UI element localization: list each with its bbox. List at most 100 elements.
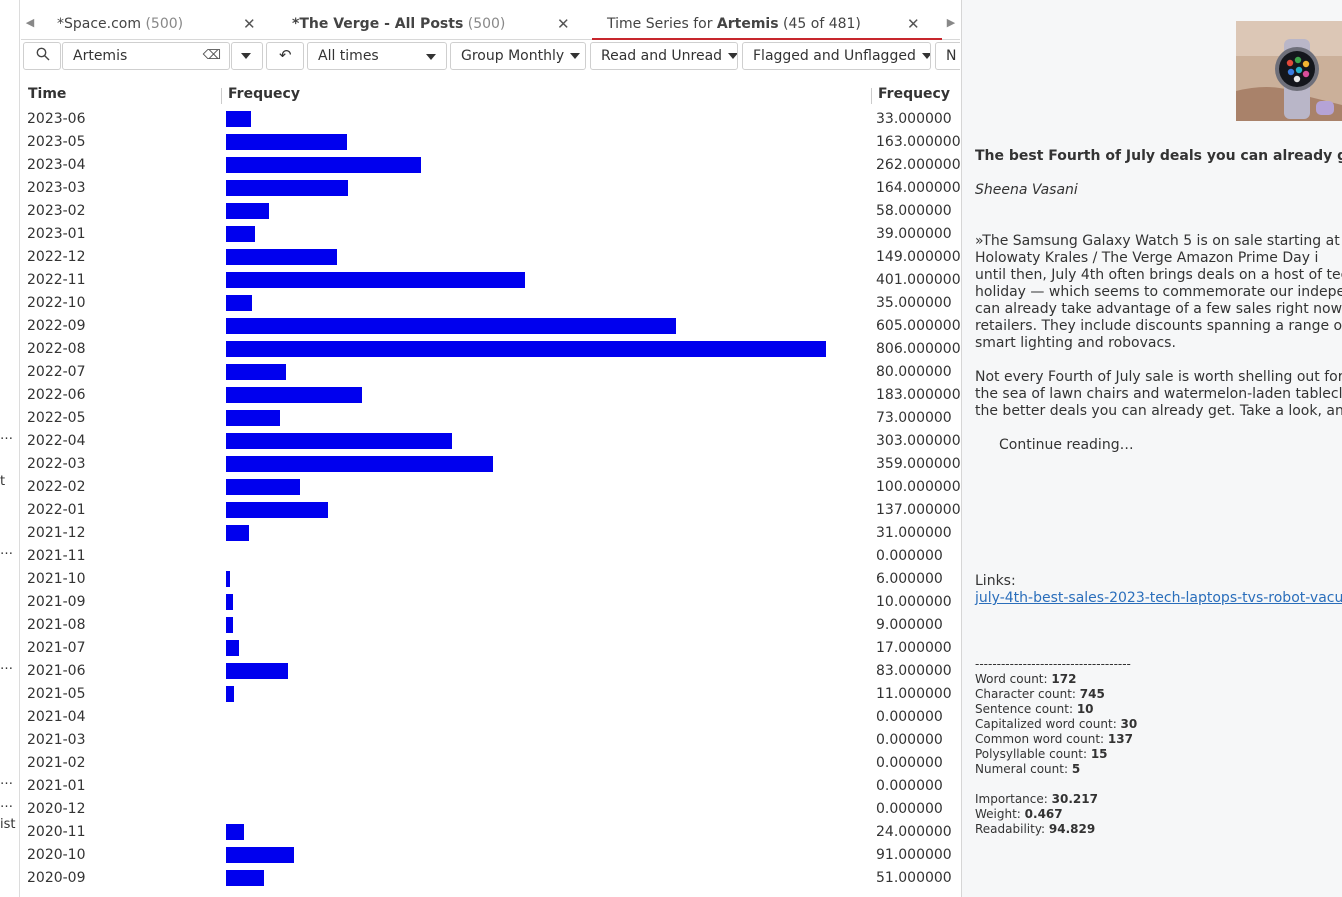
stat-value: 94.829 [1048, 822, 1096, 836]
article-body-line: can already take advantage of a few sale… [975, 301, 1342, 317]
frequency-value-cell: 39.000000 [876, 226, 952, 242]
table-row[interactable]: 2020-09 51.000000 [21, 867, 960, 890]
links-label: Links: [975, 573, 1016, 589]
frequency-bar [226, 272, 525, 288]
table-row[interactable]: 2022-09 605.000000 [21, 315, 960, 338]
time-cell: 2023-03 [27, 180, 86, 196]
frequency-bar [226, 479, 300, 495]
frequency-value-cell: 51.000000 [876, 870, 952, 886]
stats-divider: ------------------------------------ [975, 657, 1131, 671]
table-row[interactable]: 2023-03 164.000000 [21, 177, 960, 200]
frequency-bar [226, 640, 239, 656]
table-row[interactable]: 2021-09 10.000000 [21, 591, 960, 614]
chevron-down-icon [570, 53, 581, 59]
stat-label: Readability: [975, 822, 1049, 836]
frequency-value-cell: 17.000000 [876, 640, 952, 656]
table-row[interactable]: 2022-06 183.000000 [21, 384, 960, 407]
time-cell: 2022-07 [27, 364, 86, 380]
frequency-bar [226, 364, 286, 380]
table-row[interactable]: 2022-03 359.000000 [21, 453, 960, 476]
table-row[interactable]: 2023-02 58.000000 [21, 200, 960, 223]
frequency-value-cell: 303.000000 [876, 433, 960, 449]
stat-line: Word count: 172 [975, 672, 1076, 687]
table-row[interactable]: 2021-08 9.000000 [21, 614, 960, 637]
column-header-frequency-bar[interactable]: Frequecy [228, 86, 300, 106]
table-row[interactable]: 2022-02 100.000000 [21, 476, 960, 499]
close-icon[interactable]: ✕ [907, 15, 920, 33]
frequency-value-cell: 163.000000 [876, 134, 960, 150]
article-author: Sheena Vasani [975, 182, 1078, 198]
column-divider[interactable] [221, 88, 222, 104]
frequency-value-cell: 11.000000 [876, 686, 952, 702]
table-row[interactable]: 2020-11 24.000000 [21, 821, 960, 844]
table-row[interactable]: 2023-06 33.000000 [21, 108, 960, 131]
search-input[interactable]: Artemis ⌫ [62, 42, 230, 70]
truncated-text: t [0, 474, 6, 489]
table-row[interactable]: 2021-04 0.000000 [21, 706, 960, 729]
column-header-frequency-value[interactable]: Frequecy [878, 86, 950, 106]
table-row[interactable]: 2021-01 0.000000 [21, 775, 960, 798]
time-cell: 2023-01 [27, 226, 86, 242]
tab-the-verge[interactable]: *The Verge - All Posts (500) ✕ [292, 8, 582, 40]
frequency-value-cell: 91.000000 [876, 847, 952, 863]
table-row[interactable]: 2021-02 0.000000 [21, 752, 960, 775]
table-row[interactable]: 2021-11 0.000000 [21, 545, 960, 568]
truncated-text: … [0, 428, 13, 443]
article-link[interactable]: july-4th-best-sales-2023-tech-laptops-tv… [975, 590, 1342, 606]
table-row[interactable]: 2021-06 83.000000 [21, 660, 960, 683]
table-row[interactable]: 2022-01 137.000000 [21, 499, 960, 522]
time-cell: 2022-04 [27, 433, 86, 449]
stat-line: Polysyllable count: 15 [975, 747, 1108, 762]
next-filter-dropdown[interactable]: N [935, 42, 960, 70]
close-icon[interactable]: ✕ [243, 15, 256, 33]
continue-reading-link[interactable]: Continue reading… [999, 437, 1134, 454]
article-body-line: smart lighting and robovacs. [975, 335, 1176, 351]
search-button[interactable] [23, 42, 61, 70]
frequency-bar [226, 387, 362, 403]
table-row[interactable]: 2022-12 149.000000 [21, 246, 960, 269]
filter-toolbar: Artemis ⌫ ↶ All times Group Monthly Read… [21, 42, 960, 70]
table-row[interactable]: 2020-12 0.000000 [21, 798, 960, 821]
tab-scroll-right-icon[interactable]: ▶ [944, 16, 958, 32]
table-row[interactable]: 2023-01 39.000000 [21, 223, 960, 246]
read-filter-dropdown[interactable]: Read and Unread [590, 42, 738, 70]
table-row[interactable]: 2023-04 262.000000 [21, 154, 960, 177]
stat-value: 30.217 [1051, 792, 1098, 806]
next-filter-label: N [946, 48, 957, 64]
table-row[interactable]: 2022-11 401.000000 [21, 269, 960, 292]
time-range-value: All times [318, 48, 379, 64]
frequency-value-cell: 10.000000 [876, 594, 952, 610]
frequency-value-cell: 0.000000 [876, 709, 943, 725]
search-options-dropdown[interactable] [231, 42, 263, 70]
table-row[interactable]: 2020-10 91.000000 [21, 844, 960, 867]
group-by-dropdown[interactable]: Group Monthly [450, 42, 586, 70]
clear-search-icon[interactable]: ⌫ [203, 48, 221, 63]
table-row[interactable]: 2022-05 73.000000 [21, 407, 960, 430]
column-divider[interactable] [871, 88, 872, 104]
undo-button[interactable]: ↶ [266, 42, 304, 70]
close-icon[interactable]: ✕ [557, 15, 570, 33]
table-row[interactable]: 2023-05 163.000000 [21, 131, 960, 154]
table-row[interactable]: 2021-03 0.000000 [21, 729, 960, 752]
tab-time-series[interactable]: Time Series for Artemis (45 of 481) ✕ [592, 8, 942, 40]
time-cell: 2022-06 [27, 387, 86, 403]
column-header-time[interactable]: Time [28, 86, 66, 106]
stat-value: 5 [1071, 762, 1081, 776]
tab-scroll-left-icon[interactable]: ◀ [23, 16, 37, 32]
tab-space-com[interactable]: *Space.com (500) ✕ [57, 8, 287, 40]
table-row[interactable]: 2021-05 11.000000 [21, 683, 960, 706]
time-cell: 2020-12 [27, 801, 86, 817]
table-row[interactable]: 2022-07 80.000000 [21, 361, 960, 384]
table-row[interactable]: 2022-08 806.000000 [21, 338, 960, 361]
table-row[interactable]: 2021-10 6.000000 [21, 568, 960, 591]
frequency-value-cell: 83.000000 [876, 663, 952, 679]
article-thumbnail [1236, 21, 1342, 121]
time-range-select[interactable]: All times [307, 42, 447, 70]
table-row[interactable]: 2022-10 35.000000 [21, 292, 960, 315]
table-row[interactable]: 2022-04 303.000000 [21, 430, 960, 453]
table-row[interactable]: 2021-07 17.000000 [21, 637, 960, 660]
time-cell: 2021-10 [27, 571, 86, 587]
table-row[interactable]: 2021-12 31.000000 [21, 522, 960, 545]
flag-filter-dropdown[interactable]: Flagged and Unflagged [742, 42, 931, 70]
frequency-bar [226, 502, 328, 518]
